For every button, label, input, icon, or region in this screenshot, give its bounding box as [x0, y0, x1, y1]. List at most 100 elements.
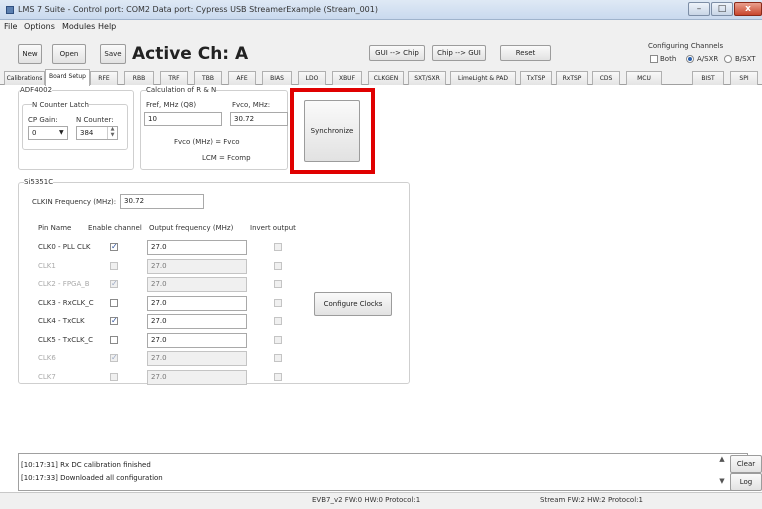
tab-mcu[interactable]: MCU: [626, 71, 662, 85]
enable-channel-checkbox[interactable]: [110, 279, 118, 288]
lcm-equation: LCM = Fcomp: [202, 154, 251, 162]
log-line: [10:17:31] Rx DC calibration finished: [21, 461, 151, 469]
close-button[interactable]: x: [734, 2, 762, 16]
si5351c-title: Si5351C: [24, 178, 54, 186]
col-pin-name: Pin Name: [38, 224, 72, 232]
enable-channel-checkbox[interactable]: [110, 262, 118, 270]
enable-channel-checkbox[interactable]: [110, 373, 118, 381]
tab-board-setup[interactable]: Board Setup: [45, 69, 90, 86]
maximize-button[interactable]: □: [711, 2, 733, 16]
tab-limelight-pad[interactable]: LimeLight & PAD: [450, 71, 516, 85]
invert-output-checkbox[interactable]: [274, 317, 282, 325]
invert-output-checkbox[interactable]: [274, 336, 282, 344]
clock-pin-name: CLK2 - FPGA_B: [38, 280, 90, 288]
tab-trf[interactable]: TRF: [160, 71, 188, 85]
tab-ldo[interactable]: LDO: [298, 71, 326, 85]
invert-output-checkbox[interactable]: [274, 299, 282, 307]
gui-to-chip-button[interactable]: GUI --> Chip: [369, 45, 425, 61]
menu-options[interactable]: Options: [24, 22, 55, 31]
enable-channel-checkbox[interactable]: [110, 242, 118, 251]
channel-b-radio[interactable]: [724, 55, 732, 63]
enable-channel-checkbox[interactable]: [110, 353, 118, 362]
invert-output-checkbox[interactable]: [274, 280, 282, 288]
active-channel-label: Active Ch: A: [132, 44, 249, 64]
channel-a-radio[interactable]: [686, 55, 694, 63]
tab-bist[interactable]: BIST: [692, 71, 724, 85]
counter-latch-title: N Counter Latch: [32, 101, 89, 109]
output-frequency-field[interactable]: 27.0: [147, 351, 247, 366]
output-frequency-field[interactable]: 27.0: [147, 296, 247, 311]
tab-rbb[interactable]: RBB: [124, 71, 154, 85]
cp-gain-label: CP Gain:: [28, 116, 58, 124]
both-checkbox[interactable]: [650, 55, 658, 63]
invert-output-checkbox[interactable]: [274, 373, 282, 381]
tab-bias[interactable]: BIAS: [262, 71, 292, 85]
highlight-box: [290, 88, 375, 174]
cp-gain-value: 0: [32, 129, 37, 137]
clear-button[interactable]: Clear: [730, 455, 762, 473]
tab-spi[interactable]: SPI: [730, 71, 758, 85]
menu-file[interactable]: File: [4, 22, 17, 31]
clock-pin-name: CLK5 - TxCLK_C: [38, 336, 93, 344]
invert-output-checkbox[interactable]: [274, 262, 282, 270]
tab-txtsp[interactable]: TxTSP: [520, 71, 552, 85]
output-frequency-field[interactable]: 27.0: [147, 240, 247, 255]
scroll-up-icon[interactable]: ▲: [717, 455, 727, 467]
enable-channel-checkbox[interactable]: [110, 299, 118, 307]
clkin-field[interactable]: 30.72: [120, 194, 204, 209]
menu-bar: File Options Modules Help: [0, 20, 762, 34]
chip-to-gui-button[interactable]: Chip --> GUI: [432, 45, 486, 61]
n-counter-field[interactable]: 384 ▲ ▼: [76, 126, 118, 140]
fref-field[interactable]: 10: [144, 112, 222, 126]
spinner-icon[interactable]: ▲ ▼: [107, 127, 117, 139]
new-button[interactable]: New: [18, 44, 42, 64]
window-title: LMS 7 Suite - Control port: COM2 Data po…: [18, 5, 378, 14]
cp-gain-select[interactable]: 0 ▼: [28, 126, 68, 140]
fvco-equation: Fvco (MHz) = Fvco: [174, 138, 240, 146]
configure-clocks-button[interactable]: Configure Clocks: [314, 292, 392, 316]
tab-cds[interactable]: CDS: [592, 71, 620, 85]
app-icon: [6, 6, 14, 14]
save-button[interactable]: Save: [100, 44, 126, 64]
open-button[interactable]: Open: [52, 44, 86, 64]
configuring-channels-title: Configuring Channels: [648, 42, 724, 50]
output-frequency-field[interactable]: 27.0: [147, 333, 247, 348]
fvco-field[interactable]: 30.72: [230, 112, 288, 126]
tab-rfe[interactable]: RFE: [90, 71, 118, 85]
log-button[interactable]: Log: [730, 473, 762, 491]
tab-rxtsp[interactable]: RxTSP: [556, 71, 588, 85]
tab-sxt-sxr[interactable]: SXT/SXR: [408, 71, 446, 85]
reset-button[interactable]: Reset: [500, 45, 551, 61]
n-counter-label: N Counter:: [76, 116, 114, 124]
log-area: [10:17:31] Rx DC calibration finished [1…: [18, 453, 748, 491]
invert-output-checkbox[interactable]: [274, 354, 282, 362]
tab-tbb[interactable]: TBB: [194, 71, 222, 85]
clock-pin-name: CLK1: [38, 262, 56, 270]
output-frequency-field[interactable]: 27.0: [147, 314, 247, 329]
tab-calibrations[interactable]: Calibrations: [4, 71, 45, 85]
output-frequency-field[interactable]: 27.0: [147, 259, 247, 274]
invert-output-checkbox[interactable]: [274, 243, 282, 251]
stream-status: Stream FW:2 HW:2 Protocol:1: [540, 496, 643, 504]
minimize-button[interactable]: –: [688, 2, 710, 16]
col-enable-channel: Enable channel: [88, 224, 142, 232]
both-label: Both: [660, 55, 677, 63]
clock-pin-name: CLK3 - RxCLK_C: [38, 299, 94, 307]
output-frequency-field[interactable]: 27.0: [147, 370, 247, 385]
chevron-down-icon: ▼: [59, 129, 64, 136]
board-status: EVB7_v2 FW:0 HW:0 Protocol:1: [312, 496, 421, 504]
tab-xbuf[interactable]: XBUF: [332, 71, 362, 85]
fref-label: Fref, MHz (Q8): [146, 101, 197, 109]
enable-channel-checkbox[interactable]: [110, 336, 118, 344]
clock-pin-name: CLK4 - TxCLK: [38, 317, 85, 325]
menu-modules[interactable]: Modules: [62, 22, 95, 31]
enable-channel-checkbox[interactable]: [110, 316, 118, 325]
tab-afe[interactable]: AFE: [228, 71, 256, 85]
fvco-label: Fvco, MHz:: [232, 101, 271, 109]
tab-clkgen[interactable]: CLKGEN: [368, 71, 404, 85]
clock-pin-name: CLK6: [38, 354, 56, 362]
channel-a-label: A/SXR: [697, 55, 719, 63]
menu-help[interactable]: Help: [98, 22, 116, 31]
scroll-down-icon[interactable]: ▼: [717, 477, 727, 489]
output-frequency-field[interactable]: 27.0: [147, 277, 247, 292]
